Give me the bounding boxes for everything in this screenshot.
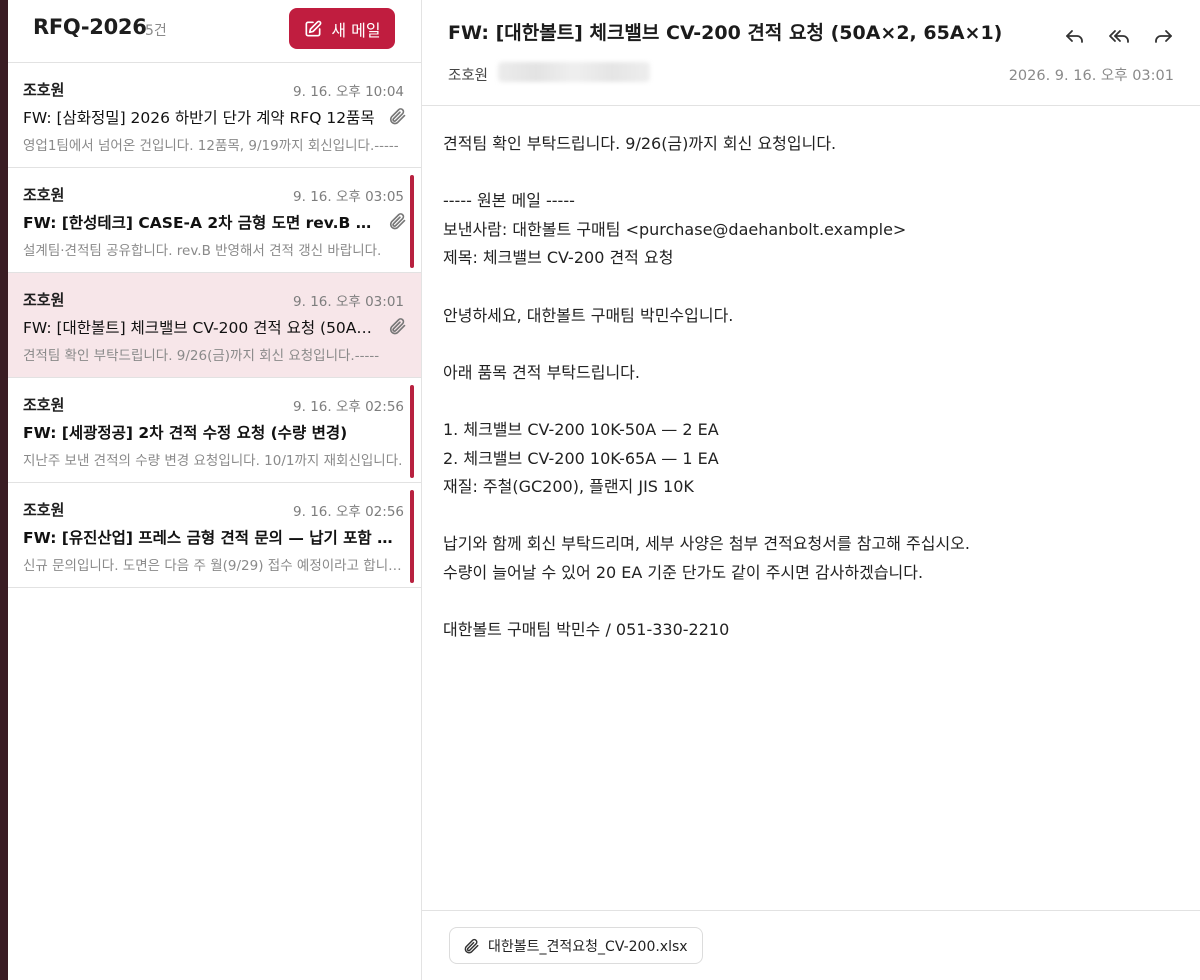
body-line — [443, 588, 1163, 617]
body-line: 견적팀 확인 부탁드립니다. 9/26(금)까지 회신 요청입니다. — [443, 134, 837, 153]
body-line: ----- 원본 메일 ----- — [443, 191, 575, 211]
mail-list-pane: RFQ-2026 5건 새 메일 조호원 9. 16. 오후 10:04 FW:… — [8, 0, 422, 980]
reply-all-icon — [1109, 30, 1129, 43]
body-line: 납기와 함께 회신 부탁드리며, 세부 사양은 첨부 견적요청서를 참고해 주십… — [443, 534, 970, 554]
list-header: RFQ-2026 5건 새 메일 — [8, 0, 421, 63]
reader-header: FW: [대한볼트] 체크밸브 CV-200 견적 요청 (50A×2, 65A… — [422, 0, 1200, 106]
body-line — [443, 273, 1163, 302]
mail-sender: 조호원 — [23, 396, 65, 414]
paperclip-icon — [387, 316, 407, 336]
mail-list-item[interactable]: 조호원 9. 16. 오후 10:04 FW: [삼화정밀] 2026 하반기 … — [8, 63, 421, 168]
attachment-chip[interactable]: 대한볼트_견적요청_CV-200.xlsx — [449, 927, 703, 964]
reply-all-button[interactable] — [1106, 24, 1132, 48]
sender-name: 조호원 — [448, 68, 489, 84]
mail-list-item[interactable]: 조호원 9. 16. 오후 02:56 FW: [유진산업] 프레스 금형 견적… — [8, 483, 421, 588]
body-line: 수량이 늘어날 수 있어 20 EA 기준 단가도 같이 주시면 감사하겠습니다… — [443, 562, 924, 582]
message-body: 견적팀 확인 부탁드립니다. 9/26(금)까지 회신 요청입니다. ----- … — [443, 130, 1163, 645]
reader-actions — [1062, 24, 1176, 48]
mail-preview: 견적팀 확인 부탁드립니다. 9/26(금)까지 회신 요청입니다.----- — [23, 348, 380, 364]
mail-list-item[interactable]: 조호원 9. 16. 오후 02:56 FW: [세광정공] 2차 견적 수정 … — [8, 378, 421, 483]
mail-date: 9. 16. 오후 03:01 — [293, 294, 404, 310]
mail-preview: 설계팀·견적팀 공유합니다. rev.B 반영해서 견적 갱신 바랍니다. — [23, 243, 382, 259]
mail-preview: 지난주 보낸 견적의 수량 변경 요청입니다. 10/1까지 재회신입니다. — [23, 453, 403, 469]
mail-subject: FW: [세광정공] 2차 견적 수정 요청 (수량 변경) — [23, 424, 348, 442]
received-date: 2026. 9. 16. 오후 03:01 — [1008, 68, 1174, 84]
mail-list: 조호원 9. 16. 오후 10:04 FW: [삼화정밀] 2026 하반기 … — [8, 63, 421, 588]
mail-subject: FW: [한성테크] CASE-A 2차 금형 도면 rev.B 송부 — [23, 214, 375, 232]
paperclip-icon — [464, 938, 479, 953]
reply-icon — [1066, 30, 1083, 43]
mail-preview: 영업1팀에서 넘어온 건입니다. 12품목, 9/19까지 회신입니다.----… — [23, 138, 399, 154]
mail-date: 9. 16. 오후 03:05 — [293, 189, 404, 205]
mail-subject: FW: [유진산업] 프레스 금형 견적 문의 — 납기 포함 회신 요청 — [23, 529, 403, 547]
reply-button[interactable] — [1062, 24, 1088, 48]
redacted-sender-address — [498, 62, 650, 82]
attachment-bar: 대한볼트_견적요청_CV-200.xlsx — [422, 910, 1200, 980]
mail-sender: 조호원 — [23, 501, 65, 519]
forward-button[interactable] — [1150, 24, 1176, 48]
reader-subject: FW: [대한볼트] 체크밸브 CV-200 견적 요청 (50A×2, 65A… — [448, 22, 1003, 44]
body-line: 대한볼트 구매팀 박민수 / 051-330-2210 — [443, 620, 730, 640]
mail-date: 9. 16. 오후 02:56 — [293, 504, 404, 520]
window-edge — [0, 0, 8, 980]
mail-list-item[interactable]: 조호원 9. 16. 오후 03:01 FW: [대한볼트] 체크밸브 CV-2… — [8, 273, 421, 378]
paperclip-icon — [387, 211, 407, 231]
compose-icon — [305, 20, 322, 37]
flag-marker — [410, 385, 414, 478]
body-line: 1. 체크밸브 CV-200 10K-50A — 2 EA — [443, 419, 719, 439]
body-line — [443, 387, 1163, 416]
mail-date: 9. 16. 오후 10:04 — [293, 84, 404, 100]
compose-button[interactable]: 새 메일 — [289, 8, 395, 49]
mail-preview: 신규 문의입니다. 도면은 다음 주 월(9/29) 접수 예정이라고 합니다. — [23, 558, 403, 574]
body-line: 2. 체크밸브 CV-200 10K-65A — 1 EA — [443, 448, 719, 468]
body-line: 재질: 주철(GC200), 플랜지 JIS 10K — [443, 477, 694, 497]
flag-marker — [410, 490, 414, 583]
mail-sender: 조호원 — [23, 81, 65, 99]
folder-count: 5건 — [145, 23, 167, 39]
attachment-filename: 대한볼트_견적요청_CV-200.xlsx — [488, 938, 688, 955]
mail-date: 9. 16. 오후 02:56 — [293, 399, 404, 415]
body-line: 제목: 체크밸브 CV-200 견적 요청 — [443, 248, 674, 268]
body-line — [443, 502, 1163, 531]
reading-pane: FW: [대한볼트] 체크밸브 CV-200 견적 요청 (50A×2, 65A… — [422, 0, 1200, 980]
mail-subject: FW: [대한볼트] 체크밸브 CV-200 견적 요청 (50A×2, 65A… — [23, 319, 375, 337]
mail-sender: 조호원 — [23, 291, 65, 309]
body-line — [443, 159, 1163, 188]
mail-list-item[interactable]: 조호원 9. 16. 오후 03:05 FW: [한성테크] CASE-A 2차… — [8, 168, 421, 273]
folder-title: RFQ-2026 — [33, 15, 147, 39]
mail-subject: FW: [삼화정밀] 2026 하반기 단가 계약 RFQ 12품목 — [23, 109, 375, 127]
compose-label: 새 메일 — [331, 20, 381, 40]
paperclip-icon — [387, 106, 407, 126]
forward-icon — [1155, 30, 1172, 43]
flag-marker — [410, 175, 414, 268]
body-line: 안녕하세요, 대한볼트 구매팀 박민수입니다. — [443, 305, 734, 325]
body-line: 아래 품목 견적 부탁드립니다. — [443, 362, 640, 382]
body-line: 보낸사람: 대한볼트 구매팀 <purchase@daehanbolt.exam… — [443, 219, 907, 239]
body-line — [443, 330, 1163, 359]
mail-sender: 조호원 — [23, 186, 65, 204]
